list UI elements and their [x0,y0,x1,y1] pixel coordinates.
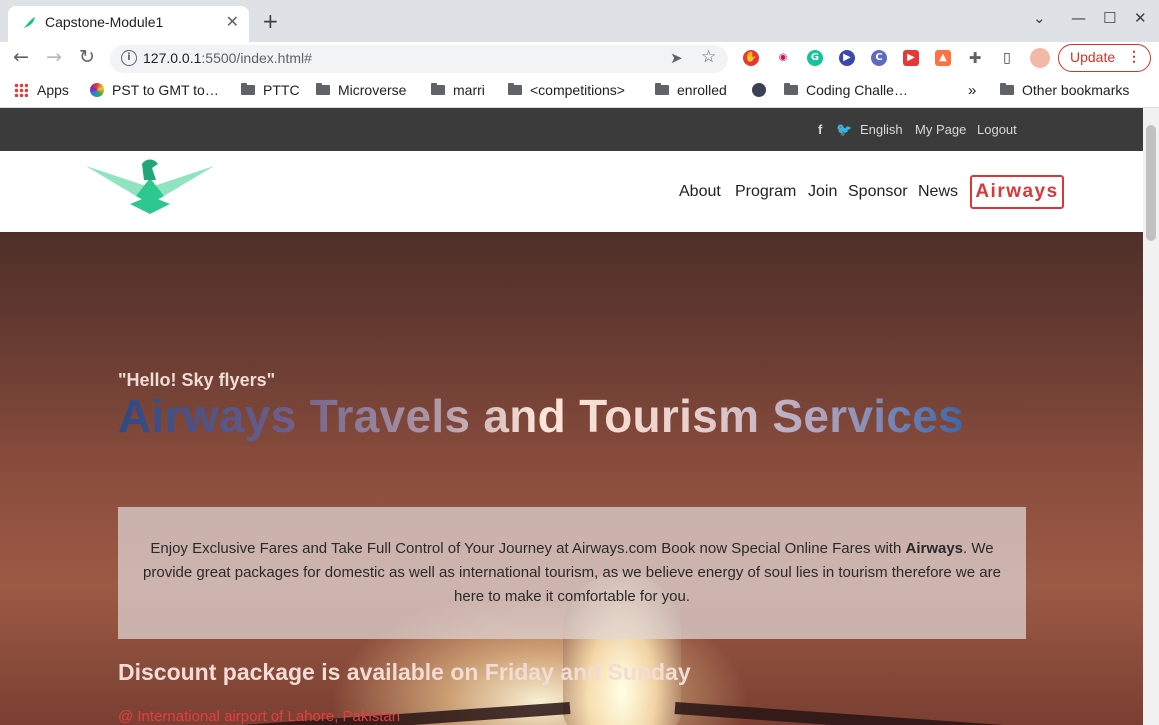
language-link[interactable]: English [860,122,903,137]
bookmark-site-icon[interactable] [752,82,766,98]
folder-icon [241,83,255,95]
page-scrollbar[interactable] [1143,108,1159,725]
nav-join[interactable]: Join [808,183,837,201]
scrollbar-thumb[interactable] [1146,125,1156,241]
minimize-button[interactable]: — [1071,9,1086,27]
site-info-icon[interactable]: i [121,50,137,66]
site-topbar: f 🐦 English My Page Logout [0,108,1143,151]
bookmark-apps[interactable]: Apps [14,82,69,98]
play-extension-icon[interactable]: ▶ [839,50,855,66]
mypage-link[interactable]: My Page [915,122,966,137]
tab-strip: Capstone-Module1 ✕ + ⌄ — ☐ ✕ [0,0,1159,42]
forward-arrow-icon[interactable]: → [46,46,62,68]
adblock-extension-icon[interactable]: ✋ [743,50,759,66]
nav-about[interactable]: About [679,183,721,201]
hero-greeting: "Hello! Sky flyers" [118,370,276,390]
nav-sponsor[interactable]: Sponsor [848,183,908,201]
colorwheel-icon [90,83,104,97]
lighthouse-extension-icon[interactable]: ▲ [935,50,951,66]
logout-link[interactable]: Logout [977,122,1017,137]
back-arrow-icon[interactable]: ← [13,46,29,68]
location-text: @ International airport of Lahore, Pakis… [118,708,401,725]
hero-title: Airways Travels and Tourism Services [118,390,965,442]
folder-icon [784,83,798,95]
maximize-button[interactable]: ☐ [1103,9,1116,27]
reload-icon[interactable]: ↻ [79,46,95,68]
bird-favicon-icon [23,17,35,28]
tab-search-icon[interactable]: ⌄ [1033,9,1046,27]
url-text: 127.0.0.1:5500/index.html# [143,50,312,66]
discount-text: Discount package is available on Friday … [118,659,691,685]
right-wing-image [674,702,1135,725]
folder-icon [316,83,330,95]
bookmarks-bar: Apps PST to GMT to… PTTC Microverse marr… [0,76,1159,108]
folder-icon [1000,83,1014,95]
description-box: Enjoy Exclusive Fares and Take Full Cont… [118,507,1026,639]
page-viewport: f 🐦 English My Page Logout About Program… [0,108,1143,725]
browser-tab[interactable]: Capstone-Module1 ✕ [8,6,249,42]
nav-program[interactable]: Program [735,183,796,201]
folder-icon [508,83,522,95]
circle-logo-icon [752,83,766,97]
bookmark-coding[interactable]: Coding Challe… [784,82,908,98]
bookmark-marri[interactable]: marri [431,82,485,98]
bookmark-competitions[interactable]: <competitions> [508,82,625,98]
close-window-button[interactable]: ✕ [1134,9,1147,27]
nav-news[interactable]: News [918,183,958,201]
bookmark-microverse[interactable]: Microverse [316,82,406,98]
facebook-icon[interactable]: f [818,122,822,137]
browser-toolbar: ← → ↻ i 127.0.0.1:5500/index.html# ➤ ☆ ✋… [0,42,1159,76]
side-panel-icon[interactable]: ▯ [999,50,1015,66]
menu-dots-icon: ⋮ [1127,48,1141,64]
twitter-icon[interactable]: 🐦 [836,122,852,138]
grammarly-extension-icon[interactable]: G [807,50,823,66]
profile-avatar[interactable] [1030,48,1050,68]
close-tab-icon[interactable]: ✕ [226,12,239,31]
podcast-extension-icon[interactable]: ◉ [775,50,791,66]
folder-icon [655,83,669,95]
update-button[interactable]: Update ⋮ [1058,44,1151,72]
folder-icon [431,83,445,95]
bookmark-pst[interactable]: PST to GMT to… [90,82,219,98]
extensions-puzzle-icon[interactable]: ✚ [967,50,983,66]
bookmarks-overflow-button[interactable]: » [968,82,976,99]
new-tab-button[interactable]: + [262,9,279,33]
bookmark-star-icon[interactable]: ☆ [701,47,716,67]
color-extension-icon[interactable]: C [871,50,887,66]
tab-title: Capstone-Module1 [45,14,164,30]
site-header: About Program Join Sponsor News Airways [0,151,1143,232]
bookmark-enrolled[interactable]: enrolled [655,82,727,98]
nav-airways-brand[interactable]: Airways [970,175,1064,209]
send-page-icon[interactable]: ➤ [670,49,683,67]
youtube-extension-icon[interactable]: ▶ [903,50,919,66]
airways-logo-icon[interactable] [86,156,214,214]
address-bar[interactable]: i 127.0.0.1:5500/index.html# ➤ ☆ [110,45,728,73]
bookmark-pttc[interactable]: PTTC [241,82,300,98]
hero-description: Enjoy Exclusive Fares and Take Full Cont… [143,540,1001,605]
apps-grid-icon [14,83,28,97]
hero-section: "Hello! Sky flyers" Airways Travels and … [0,232,1143,725]
bookmark-other[interactable]: Other bookmarks [1000,82,1129,98]
